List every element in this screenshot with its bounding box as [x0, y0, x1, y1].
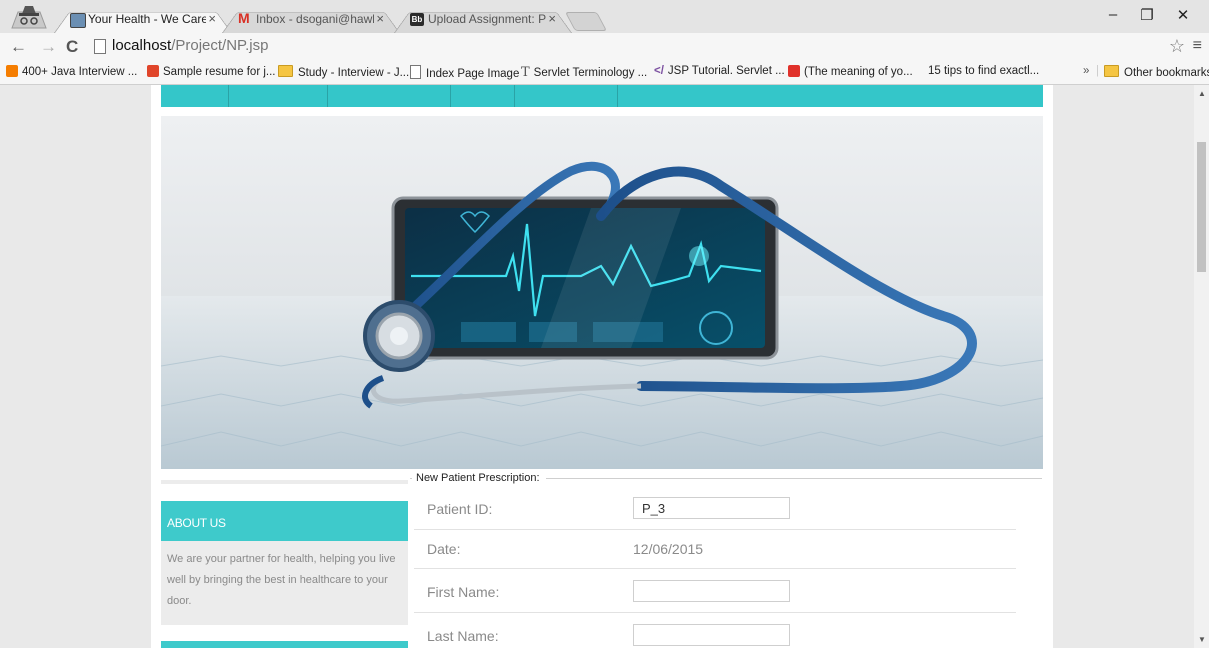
main-nav-bar [161, 85, 1043, 107]
chrome-menu-icon[interactable]: ≡ [1193, 37, 1202, 55]
tab-upload-assignment[interactable]: Bb Upload Assignment: Proje × [394, 6, 572, 33]
last-name-input[interactable] [633, 624, 790, 646]
folder-icon [1104, 65, 1119, 77]
bookmark-item[interactable]: Study - Interview - J... [278, 65, 409, 79]
bookmark-label: 15 tips to find exactl... [928, 65, 1040, 77]
bookmark-label: Index Page Image [426, 68, 520, 80]
site-favicon-icon [70, 13, 86, 28]
hero-banner-image [161, 116, 1043, 469]
tab-close-icon[interactable]: × [208, 11, 216, 26]
nav-divider [228, 85, 229, 107]
patient-id-label: Patient ID: [427, 501, 493, 517]
bookmark-label: Other bookmarks [1124, 67, 1209, 79]
vertical-scrollbar[interactable]: ▲ ▼ [1194, 85, 1209, 648]
about-us-panel: We are your partner for health, helping … [161, 541, 408, 625]
about-us-header: ABOUT US [161, 501, 408, 541]
first-name-input[interactable] [633, 580, 790, 602]
nav-divider [514, 85, 515, 107]
back-button[interactable]: ← [10, 37, 27, 57]
url-path: /Project/NP.jsp [171, 37, 269, 54]
row-divider [414, 568, 1016, 569]
sidebar-next-header [161, 641, 408, 648]
row-divider [414, 612, 1016, 613]
gmail-icon: M [238, 10, 250, 26]
url-host: localhost [112, 37, 172, 54]
row-divider [414, 529, 1016, 530]
folder-icon [278, 65, 293, 77]
bookmark-label: (The meaning of yo... [804, 66, 913, 78]
bookmark-item[interactable]: 400+ Java Interview ... [6, 65, 137, 78]
bookmark-label: Study - Interview - J... [298, 67, 410, 79]
url-text[interactable]: localhost/Project/NP.jsp [112, 37, 268, 54]
code-icon: </ [654, 65, 664, 77]
blackboard-icon: Bb [410, 13, 424, 26]
bookmark-item[interactable]: (The meaning of yo... [788, 65, 913, 78]
t-icon: T [521, 65, 530, 80]
date-label: Date: [427, 541, 461, 557]
blogger-icon [6, 65, 18, 77]
tab-strip: Your Health - We Care! × M Inbox - dsoga… [0, 0, 1209, 33]
tab-title: Inbox - dsogani@hawk.iit. [256, 12, 374, 26]
bookmark-item[interactable]: 15 tips to find exactl... [928, 65, 1039, 77]
scroll-down-arrow-icon[interactable]: ▼ [1198, 635, 1206, 644]
tab-title: Your Health - We Care! [88, 12, 206, 26]
bookmarks-bar: 400+ Java Interview ... Sample resume fo… [0, 62, 1209, 85]
tab-inbox[interactable]: M Inbox - dsogani@hawk.iit. × [222, 6, 400, 33]
tab-title: Upload Assignment: Proje [428, 12, 546, 26]
stethoscope-tablet-ecg-image [161, 161, 1043, 469]
close-window-button[interactable]: ✕ [1168, 6, 1198, 24]
nav-divider [450, 85, 451, 107]
about-us-text: We are your partner for health, helping … [167, 553, 396, 607]
page-viewport: ABOUT US We are your partner for health,… [0, 85, 1194, 648]
about-us-title: ABOUT US [167, 516, 226, 530]
reload-button[interactable]: C [66, 37, 78, 57]
nav-divider [617, 85, 618, 107]
date-value: 12/06/2015 [633, 541, 704, 557]
bookmark-item[interactable]: Index Page Image [410, 65, 519, 80]
bookmark-label: JSP Tutorial. Servlet ... [667, 65, 785, 77]
nav-divider [327, 85, 328, 107]
bookmark-item[interactable]: Sample resume for j... [147, 65, 275, 78]
scroll-up-arrow-icon[interactable]: ▲ [1198, 89, 1206, 98]
scrollbar-thumb[interactable] [1197, 142, 1206, 272]
other-bookmarks-folder[interactable]: Other bookmarks [1104, 65, 1209, 79]
tab-your-health[interactable]: Your Health - We Care! × [54, 6, 232, 33]
restore-button[interactable]: ❐ [1132, 6, 1162, 24]
c-icon [147, 65, 159, 77]
address-bar[interactable]: localhost/Project/NP.jsp [92, 36, 1172, 58]
page-icon [410, 65, 421, 79]
bookmark-item[interactable]: T Servlet Terminology ... [521, 65, 647, 80]
minimize-button[interactable]: – [1098, 6, 1128, 23]
incognito-icon [11, 6, 47, 29]
forward-button[interactable]: → [40, 37, 57, 57]
patient-id-input[interactable] [633, 497, 790, 519]
last-name-label: Last Name: [427, 628, 499, 644]
form-legend: New Patient Prescription: [412, 472, 546, 484]
tab-close-icon[interactable]: × [548, 11, 556, 26]
bookmark-star-icon[interactable]: ☆ [1169, 36, 1185, 57]
page-icon [94, 39, 106, 54]
bookmarks-overflow-button[interactable]: » [1083, 65, 1089, 77]
first-name-label: First Name: [427, 584, 500, 600]
zmg-icon [788, 65, 800, 77]
bookmark-label: Sample resume for j... [163, 66, 276, 78]
bookmark-label: Servlet Terminology ... [533, 67, 648, 79]
bookmarks-divider: | [1096, 65, 1099, 77]
bookmark-item[interactable]: </JSP Tutorial. Servlet ... [654, 65, 785, 77]
browser-toolbar: ← → C localhost/Project/NP.jsp ☆ ≡ [0, 33, 1209, 63]
sidebar-divider [161, 480, 408, 484]
bookmark-label: 400+ Java Interview ... [22, 66, 138, 78]
tab-close-icon[interactable]: × [376, 11, 384, 26]
